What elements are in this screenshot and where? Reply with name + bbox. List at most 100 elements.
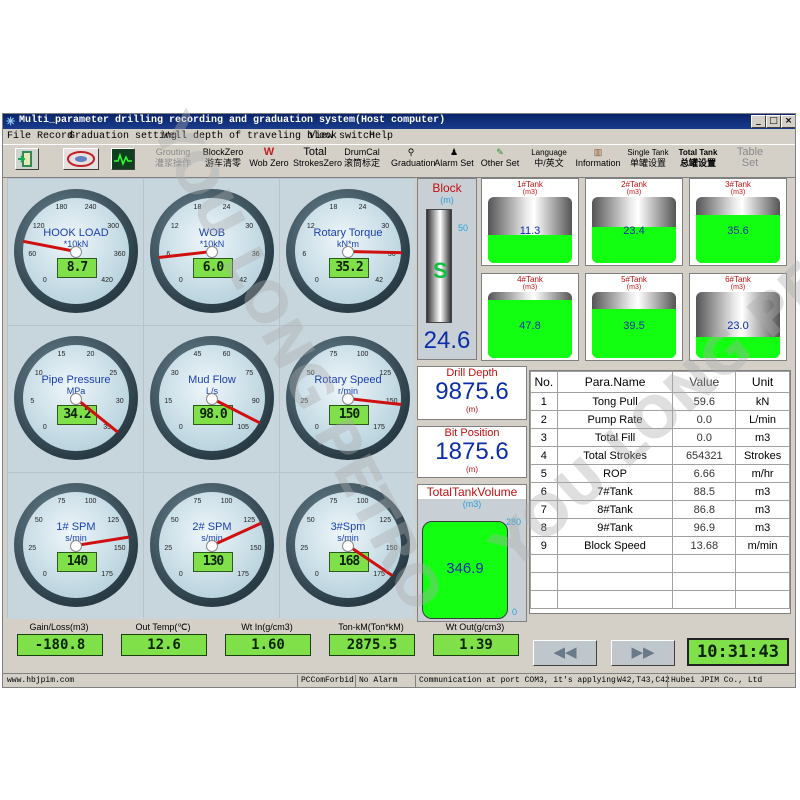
table-row[interactable]: 1 Tong Pull 59.6 kN bbox=[530, 392, 790, 411]
table-cell: 0.0 bbox=[672, 428, 737, 447]
gauge-tick-label: 0 bbox=[42, 571, 47, 579]
gauge-tick-label: 175 bbox=[101, 571, 113, 579]
tank-value: 23.4 bbox=[623, 225, 645, 237]
table-row[interactable]: 7 8#Tank 86.8 m3 bbox=[530, 500, 790, 519]
next-page-button[interactable]: ▶▶ bbox=[611, 640, 675, 666]
tank-fill-level bbox=[488, 235, 572, 263]
drum-cal-button[interactable]: DrumCal 滚筒标定 bbox=[341, 147, 383, 175]
gauge-face: 0 25 50 75 100 125 150 175 3#Spm s/min 168 bbox=[295, 492, 401, 598]
graduation-button[interactable]: ⚲ Graduation bbox=[391, 147, 436, 175]
tank-title: 4#Tank bbox=[517, 275, 543, 284]
total-tank-button[interactable]: Total Tank 总罐设置 bbox=[675, 147, 721, 175]
total-strokes-zero-button[interactable]: Total StrokesZero bbox=[293, 147, 342, 175]
tank-3[interactable]: 3#Tank (m3) 35.6 bbox=[689, 178, 787, 266]
record-oval-icon[interactable] bbox=[63, 148, 99, 170]
alarm-set-button[interactable]: ♟ Alarm Set bbox=[433, 147, 475, 175]
gauge-bezel: 0 25 50 75 100 125 150 175 1# SPM s/min 140 bbox=[14, 483, 138, 607]
gauge-tick-label: 100 bbox=[356, 498, 369, 506]
table-cell: 13.68 bbox=[672, 536, 737, 555]
wob-zero-button[interactable]: W Wob Zero bbox=[249, 147, 289, 175]
table-cell: 3 bbox=[530, 428, 558, 447]
table-cell bbox=[556, 572, 674, 591]
tank-graphic: 39.5 bbox=[592, 292, 676, 358]
gauge-tick-label: 180 bbox=[55, 204, 68, 212]
gauge-face: 06121824303642WOB*10kN6.0 bbox=[158, 198, 265, 304]
block-title: Block bbox=[432, 181, 462, 195]
col-value: Value bbox=[672, 371, 737, 393]
gauge-label: 3#Spm bbox=[330, 521, 366, 533]
language-button[interactable]: Language 中/英文 bbox=[527, 147, 571, 175]
table-cell: Strokes bbox=[735, 446, 790, 465]
tank-5[interactable]: 5#Tank (m3) 39.5 bbox=[585, 273, 683, 361]
wob-w-icon: W bbox=[263, 146, 275, 158]
table-cell bbox=[530, 590, 558, 609]
table-row[interactable]: 2 Pump Rate 0.0 L/min bbox=[530, 410, 790, 429]
parameter-table: No. Para.Name Value Unit 1 Tong Pull 59.6 k… bbox=[529, 370, 791, 614]
table-row[interactable]: 3 Total Fill 0.0 m3 bbox=[530, 428, 790, 447]
gauge-face: 0255075100125150175Rotary Speedr/min150 bbox=[295, 345, 402, 451]
table-set-button[interactable]: Table Set bbox=[727, 147, 773, 175]
tank-4[interactable]: 4#Tank (m3) 47.8 bbox=[481, 273, 579, 361]
monitor-wave-icon[interactable] bbox=[111, 148, 135, 170]
bit-position-unit: (m) bbox=[466, 465, 478, 474]
table-row[interactable]: 9 Block Speed 13.68 m/min bbox=[530, 536, 790, 555]
table-row[interactable]: 5 ROP 6.66 m/hr bbox=[530, 464, 790, 483]
prev-page-button[interactable]: ◀◀ bbox=[533, 640, 597, 666]
table-cell: 4 bbox=[530, 446, 558, 465]
table-cell: 7#Tank bbox=[556, 482, 674, 501]
maximize-button[interactable]: □ bbox=[766, 115, 781, 128]
gauge-label: Rotary Speed bbox=[314, 374, 382, 386]
table-cell: 0.0 bbox=[672, 410, 737, 429]
bottom-readout-4: Wt Out(g/cm3) 1.39 bbox=[427, 622, 523, 658]
gauge-hub bbox=[206, 540, 218, 552]
information-button[interactable]: ▥ Information bbox=[575, 147, 621, 175]
gauge-needle bbox=[345, 249, 403, 255]
tank-unit: (m3) bbox=[730, 284, 746, 291]
exit-door-icon[interactable] bbox=[15, 148, 39, 170]
menu-help[interactable]: Help bbox=[369, 131, 393, 142]
gauge-bezel: 0 25 50 75 100 125 150 175 2# SPM s/min 130 bbox=[150, 483, 274, 607]
gauge-tick-label: 24 bbox=[358, 204, 367, 212]
table-cell: ROP bbox=[556, 464, 674, 483]
tank-2[interactable]: 2#Tank (m3) 23.4 bbox=[585, 178, 683, 266]
table-cell bbox=[735, 572, 790, 591]
menu-bar: File Record Graduation setting Well dept… bbox=[3, 130, 795, 144]
gauge-4: 0 15 30 45 60 75 90 105 Mud Flow L/s 98.0 bbox=[144, 326, 279, 472]
tank-6[interactable]: 6#Tank (m3) 23.0 bbox=[689, 273, 787, 361]
gauge-face: 0 25 50 75 100 125 150 175 2# SPM s/min 130 bbox=[159, 492, 265, 598]
bottom-readout-value: -180.8 bbox=[17, 634, 103, 656]
table-cell: 6.66 bbox=[672, 464, 737, 483]
gauge-lcd-readout: 130 bbox=[193, 552, 233, 572]
grouting-button[interactable]: Grouting 灌浆操作 bbox=[151, 147, 195, 175]
table-cell bbox=[735, 554, 790, 573]
table-cell: 9 bbox=[530, 536, 558, 555]
table-cell: m/hr bbox=[735, 464, 790, 483]
table-row[interactable]: 6 7#Tank 88.5 m3 bbox=[530, 482, 790, 501]
gauge-tick-label: 20 bbox=[86, 351, 95, 359]
gauge-tick-label: 36 bbox=[251, 250, 260, 258]
other-set-button[interactable]: ✎ Other Set bbox=[479, 147, 521, 175]
drill-depth-box: Drill Depth 9875.6 (m) bbox=[417, 366, 527, 420]
table-row[interactable]: 8 9#Tank 96.9 m3 bbox=[530, 518, 790, 537]
total-tank-volume-unit: (m3) bbox=[462, 499, 482, 509]
single-tank-button[interactable]: Single Tank 单罐设置 bbox=[625, 147, 671, 175]
gauge-tick-label: 15 bbox=[57, 351, 66, 359]
tank-value: 47.8 bbox=[519, 320, 541, 332]
tank-1[interactable]: 1#Tank (m3) 11.3 bbox=[481, 178, 579, 266]
tank-fill-level bbox=[696, 336, 780, 358]
gauge-bezel: 0255075100125150175Rotary Speedr/min150 bbox=[286, 336, 410, 460]
gauge-tick-label: 60 bbox=[28, 250, 37, 258]
menu-graduation-setting[interactable]: Graduation setting bbox=[69, 131, 177, 142]
total-tank-volume-value: 346.9 bbox=[446, 560, 484, 577]
menu-view-switch[interactable]: View switch bbox=[309, 131, 375, 142]
status-alarm: No Alarm bbox=[359, 676, 398, 685]
gauge-face: 0 25 50 75 100 125 150 175 1# SPM s/min 140 bbox=[23, 492, 130, 598]
gauge-bezel: 0 60 120 180 240 300 360 420 HOOK LOAD *10kN 8.7 bbox=[14, 189, 138, 313]
block-zero-button[interactable]: BlockZero 游车清零 bbox=[201, 147, 245, 175]
close-button[interactable]: × bbox=[781, 115, 795, 128]
menu-file-record[interactable]: File Record bbox=[7, 131, 73, 142]
table-row[interactable]: 4 Total Strokes 654321 Strokes bbox=[530, 446, 790, 465]
minimize-button[interactable]: _ bbox=[751, 115, 766, 128]
gauge-face: 0 60 120 180 240 300 360 420 HOOK LOAD *10kN 8.7 bbox=[22, 198, 129, 304]
block-hook-icon: S bbox=[433, 258, 448, 283]
